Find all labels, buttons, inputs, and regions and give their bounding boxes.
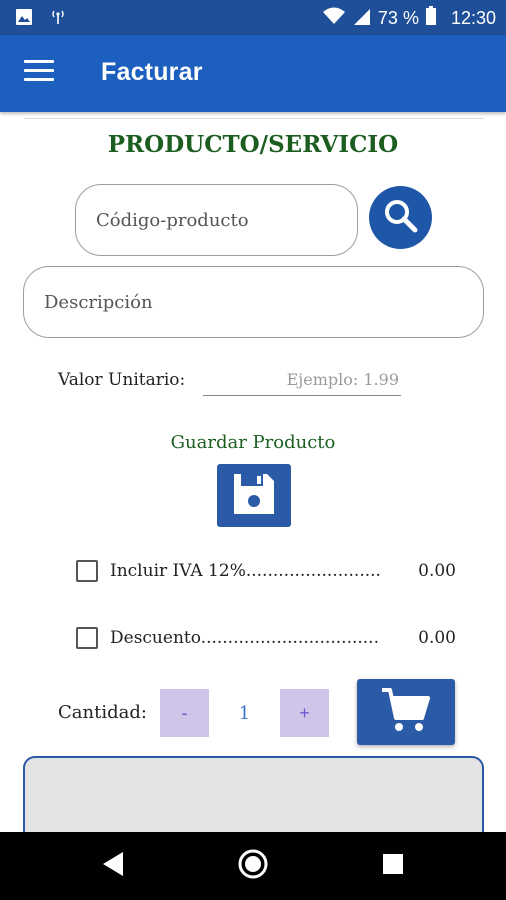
app-bar: Facturar xyxy=(0,35,506,112)
unit-price-input[interactable] xyxy=(203,364,401,396)
iva-checkbox[interactable] xyxy=(76,560,98,582)
home-button[interactable] xyxy=(233,848,273,884)
floppy-disk-icon xyxy=(231,471,277,521)
discount-checkbox[interactable] xyxy=(76,627,98,649)
page-title: Facturar xyxy=(101,58,203,86)
save-product-button[interactable] xyxy=(217,464,291,527)
search-button[interactable] xyxy=(369,186,432,249)
antenna-icon xyxy=(49,8,67,31)
status-bar: 73 % 12:30 xyxy=(0,0,506,35)
add-to-cart-button[interactable] xyxy=(357,679,455,745)
wifi-icon xyxy=(322,6,346,31)
quantity-value[interactable]: 1 xyxy=(209,689,280,737)
description-input[interactable] xyxy=(23,266,484,338)
iva-label: Incluir IVA 12%.........................… xyxy=(110,561,380,581)
back-button[interactable] xyxy=(93,848,133,884)
save-product-label: Guardar Producto xyxy=(170,432,336,453)
battery-text: 73 % xyxy=(377,8,419,28)
recents-button[interactable] xyxy=(373,848,413,884)
system-nav-bar xyxy=(0,832,506,900)
iva-option-row: Incluir IVA 12%.........................… xyxy=(76,558,456,584)
discount-value: 0.00 xyxy=(418,628,456,648)
quantity-increment-button[interactable]: + xyxy=(280,689,329,737)
cart-icon xyxy=(380,686,432,738)
discount-label: Descuento...............................… xyxy=(110,628,379,648)
home-circle-icon xyxy=(237,848,269,884)
product-code-input[interactable] xyxy=(75,184,358,256)
quantity-decrement-button[interactable]: - xyxy=(160,689,209,737)
clock: 12:30 xyxy=(450,8,496,28)
divider xyxy=(24,118,484,119)
battery-icon xyxy=(425,6,437,31)
recents-square-icon xyxy=(382,853,404,879)
discount-option-row: Descuento...............................… xyxy=(76,625,456,651)
menu-icon[interactable] xyxy=(24,60,54,86)
search-icon xyxy=(381,196,421,240)
quantity-label: Cantidad: xyxy=(58,702,147,723)
iva-value: 0.00 xyxy=(418,561,456,581)
unit-price-label: Valor Unitario: xyxy=(58,370,186,390)
section-title: PRODUCTO/SERVICIO xyxy=(107,131,399,158)
back-triangle-icon xyxy=(101,851,125,881)
signal-icon xyxy=(352,6,372,31)
image-icon xyxy=(15,8,33,31)
